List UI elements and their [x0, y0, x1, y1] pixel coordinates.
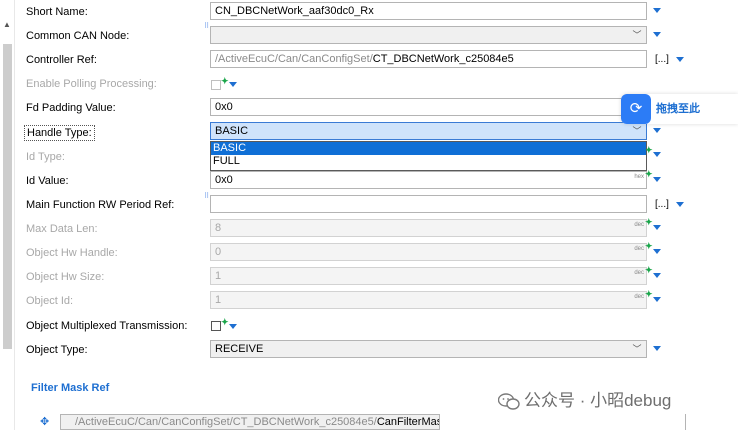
controller-ref-field[interactable]: /ActiveEcuC/Can/CanConfigSet/CT_DBCNetWo…: [210, 50, 647, 68]
object-type-label: Object Type:: [26, 344, 88, 356]
object-hw-handle-unit: dec: [634, 246, 644, 252]
enable-polling-label: Enable Polling Processing:: [26, 78, 157, 90]
fd-padding-input[interactable]: 0x0: [210, 98, 622, 116]
add-plus-icon: ✦: [645, 169, 653, 179]
object-hw-size-label: Object Hw Size:: [26, 271, 105, 283]
object-hw-handle-input: 0 dec: [210, 243, 647, 261]
controller-ref-path-prefix: /ActiveEcuC/Can/CanConfigSet/: [215, 53, 373, 65]
object-multiplexed-menu-icon[interactable]: [229, 324, 237, 329]
handle-type-dropdown-list: BASIC FULL: [210, 141, 647, 171]
max-data-len-input: 8 dec: [210, 219, 647, 237]
drag-here-label: 拖拽至此: [656, 103, 700, 115]
short-name-value: CN_DBCNetWork_aaf30dc0_Rx: [215, 5, 374, 17]
max-data-len-unit: dec: [634, 222, 644, 228]
enable-polling-checkbox[interactable]: [211, 80, 221, 90]
main-function-rw-field[interactable]: [210, 195, 647, 213]
object-multiplexed-label: Object Multiplexed Transmission:: [26, 320, 188, 332]
object-hw-size-value: 1: [215, 270, 222, 282]
object-hw-size-unit: dec: [634, 270, 644, 276]
drag-icon: ⟳: [621, 94, 651, 124]
wechat-logo-icon: [498, 392, 520, 410]
object-id-menu-icon[interactable]: [653, 297, 661, 302]
id-type-label: Id Type:: [26, 151, 65, 163]
dropdown-option-basic[interactable]: BASIC: [211, 142, 646, 155]
chevron-down-icon[interactable]: ﹀: [632, 27, 642, 43]
add-plus-icon: ✦: [645, 217, 653, 227]
controller-ref-label: Controller Ref:: [26, 54, 97, 66]
handle-type-menu-icon[interactable]: [653, 128, 661, 133]
drag-here-widget[interactable]: ⟳ 拖拽至此: [621, 94, 738, 124]
id-value-input[interactable]: 0x0 hex: [210, 171, 647, 189]
handle-type-value: BASIC: [215, 125, 249, 137]
short-name-menu-icon[interactable]: [653, 8, 661, 13]
main-function-rw-menu-icon[interactable]: [676, 202, 684, 207]
add-plus-icon: ✦: [221, 317, 229, 327]
add-plus-icon: ✦: [645, 289, 653, 299]
max-data-len-menu-icon[interactable]: [653, 225, 661, 230]
object-hw-size-input: 1 dec: [210, 267, 647, 285]
add-plus-icon: ✦: [221, 76, 229, 86]
handle-type-select[interactable]: BASIC ﹀: [210, 122, 647, 140]
common-can-node-label: Common CAN Node:: [26, 30, 130, 42]
object-id-unit: dec: [634, 294, 644, 300]
controller-ref-browse-button[interactable]: [...]: [655, 54, 669, 66]
watermark-text: 公众号 · 小昭debug: [524, 391, 672, 410]
common-can-node-select[interactable]: ﹀: [210, 26, 647, 44]
object-hw-handle-label: Object Hw Handle:: [26, 247, 118, 259]
object-hw-handle-menu-icon[interactable]: [653, 249, 661, 254]
short-name-label: Short Name:: [26, 6, 88, 18]
max-data-len-label: Max Data Len:: [26, 223, 98, 235]
object-type-menu-icon[interactable]: [653, 346, 661, 351]
id-value-unit: hex: [634, 174, 644, 180]
id-value-label: Id Value:: [26, 175, 69, 187]
chevron-down-icon[interactable]: ﹀: [632, 341, 642, 357]
add-plus-icon: ✦: [645, 241, 653, 251]
add-plus-icon: ✦: [645, 145, 653, 155]
chevron-down-icon[interactable]: ﹀: [632, 123, 642, 139]
fd-padding-value: 0x0: [215, 101, 233, 113]
watermark: 公众号 · 小昭debug: [498, 386, 671, 411]
filter-mask-ref-title: Filter Mask Ref: [31, 382, 110, 394]
tree-node-icon[interactable]: ✥: [40, 415, 49, 428]
id-value-value: 0x0: [215, 174, 233, 186]
id-value-menu-icon[interactable]: [653, 177, 661, 182]
reference-dots-icon: ⠿: [204, 23, 210, 30]
object-id-value: 1: [215, 294, 222, 306]
scrollbar-thumb[interactable]: [3, 44, 12, 349]
short-name-input[interactable]: CN_DBCNetWork_aaf30dc0_Rx: [210, 2, 647, 20]
panel-divider: [685, 414, 686, 430]
filter-mask-path-field[interactable]: /ActiveEcuC/Can/CanConfigSet/CT_DBCNetWo…: [60, 414, 440, 430]
dropdown-option-full[interactable]: FULL: [211, 155, 646, 168]
object-hw-handle-value: 0: [215, 246, 222, 258]
filter-mask-path-main: CanFilterMask0: [376, 416, 439, 428]
fd-padding-label: Fd Padding Value:: [26, 102, 116, 114]
main-function-rw-browse-button[interactable]: [...]: [655, 199, 669, 211]
max-data-len-value: 8: [215, 222, 222, 234]
object-type-select[interactable]: RECEIVE ﹀: [210, 340, 647, 358]
add-plus-icon: ✦: [645, 265, 653, 275]
common-can-node-menu-icon[interactable]: [653, 32, 661, 37]
reference-dots-icon: ⠿: [204, 193, 210, 200]
handle-type-label: Handle Type:: [24, 125, 95, 141]
object-type-value: RECEIVE: [215, 343, 264, 355]
object-multiplexed-checkbox[interactable]: [211, 321, 221, 331]
enable-polling-menu-icon[interactable]: [229, 82, 237, 87]
controller-ref-menu-icon[interactable]: [676, 57, 684, 62]
object-hw-size-menu-icon[interactable]: [653, 273, 661, 278]
main-function-rw-label: Main Function RW Period Ref:: [26, 199, 175, 211]
filter-mask-path-prefix: /ActiveEcuC/Can/CanConfigSet/CT_DBCNetWo…: [75, 416, 377, 428]
id-type-menu-icon[interactable]: [653, 152, 661, 157]
object-id-input: 1 dec: [210, 291, 647, 309]
object-id-label: Object Id:: [26, 295, 74, 307]
controller-ref-path-main: CT_DBCNetWork_c25084e5: [372, 53, 514, 65]
scroll-up-arrow-icon[interactable]: ▲: [2, 20, 12, 30]
